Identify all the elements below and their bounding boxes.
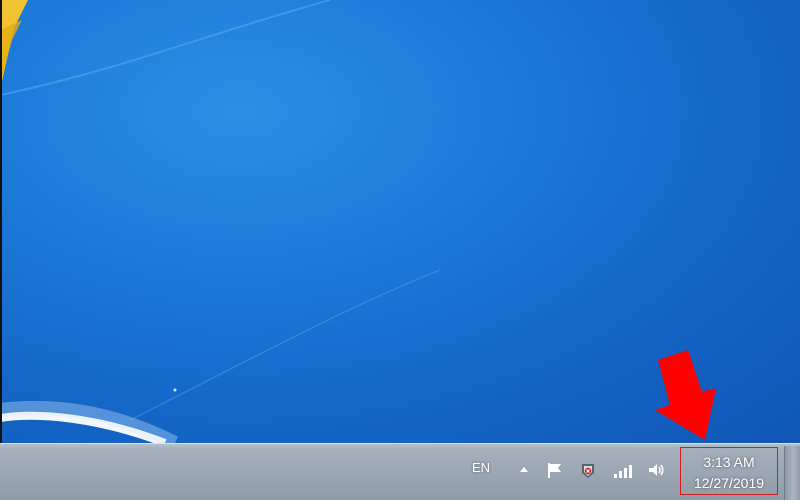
clock-date: 12/27/2019: [693, 475, 765, 491]
show-hidden-icons-arrow-icon[interactable]: [514, 460, 534, 480]
show-desktop-button[interactable]: [784, 446, 800, 500]
clock-highlight-box[interactable]: 3:13 AM 12/27/2019: [680, 447, 778, 495]
clock-time: 3:13 AM: [703, 454, 755, 470]
desktop-wallpaper: [0, 0, 800, 443]
red-arrow-icon: [655, 350, 716, 440]
network-signal-icon[interactable]: [612, 460, 632, 480]
security-shield-icon[interactable]: [578, 460, 598, 480]
wallpaper-swoosh: [0, 0, 716, 443]
language-indicator[interactable]: EN: [472, 460, 490, 475]
left-screen-edge: [0, 0, 2, 500]
volume-icon[interactable]: [646, 460, 666, 480]
action-center-flag-icon[interactable]: [545, 460, 565, 480]
